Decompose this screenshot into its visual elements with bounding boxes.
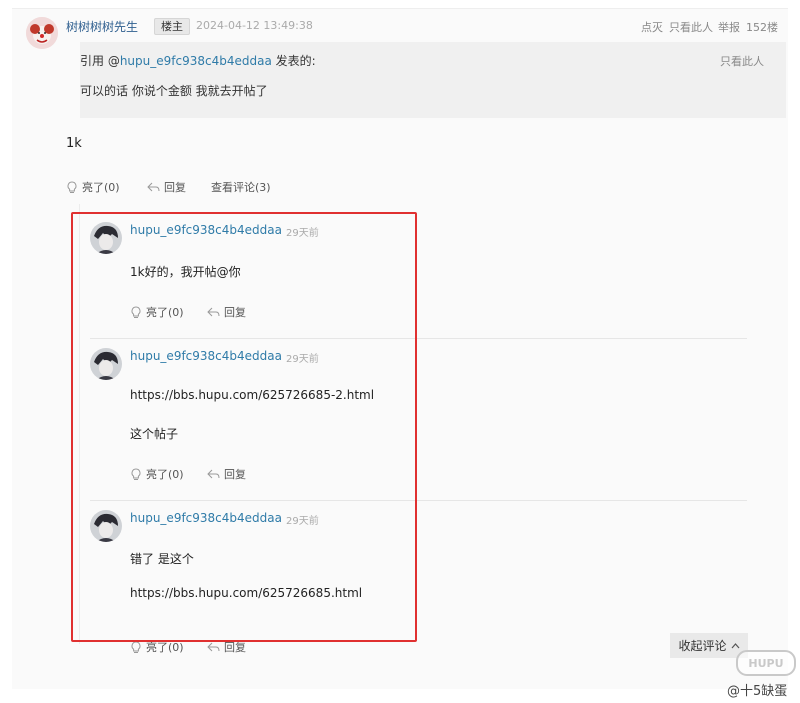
page: 树树树树先生 楼主 2024-04-12 13:49:38 点灭 只看此人 举报… bbox=[0, 0, 800, 703]
op-badge: 楼主 bbox=[154, 18, 190, 35]
hupu-logo-text: HUPU bbox=[748, 656, 784, 670]
reply-arrow-icon bbox=[207, 642, 220, 651]
report-link[interactable]: 举报 bbox=[718, 19, 740, 35]
quote-only-this-user-link[interactable]: 只看此人 bbox=[720, 53, 764, 69]
collapse-comments-label: 收起评论 bbox=[678, 639, 727, 653]
quote-prefix: 引用 @ bbox=[80, 54, 120, 68]
reply-arrow-icon bbox=[147, 182, 160, 191]
view-comments-button[interactable]: 查看评论(3) bbox=[211, 179, 271, 195]
quote-suffix: 发表的: bbox=[271, 54, 316, 68]
quote-text: 可以的话 你说个金额 我就去开帖了 bbox=[80, 84, 268, 98]
chevron-up-icon bbox=[731, 642, 739, 648]
post-timestamp: 2024-04-12 13:49:38 bbox=[196, 19, 313, 32]
post-light-label: 亮了(0) bbox=[82, 181, 120, 194]
quote-header: 引用 @hupu_e9fc938c4b4eddaa 发表的: bbox=[80, 52, 316, 69]
post-reply-button[interactable]: 回复 bbox=[147, 179, 186, 195]
quote-block: 引用 @hupu_e9fc938c4b4eddaa 发表的: 只看此人 可以的话… bbox=[80, 42, 786, 118]
author-name[interactable]: 树树树树先生 bbox=[66, 18, 138, 35]
lightbulb-icon bbox=[67, 180, 77, 193]
only-this-user-link[interactable]: 只看此人 bbox=[669, 19, 713, 35]
view-comments-label: 查看评论(3) bbox=[211, 181, 271, 194]
author-avatar[interactable] bbox=[26, 17, 58, 49]
quote-user-link[interactable]: hupu_e9fc938c4b4eddaa bbox=[120, 54, 272, 68]
watermark-author: @十5缺蛋 bbox=[727, 684, 788, 699]
collapse-comments-button[interactable]: 收起评论 bbox=[670, 633, 748, 658]
light-off-link[interactable]: 点灭 bbox=[641, 19, 663, 35]
post-content: 1k bbox=[66, 136, 82, 151]
post-reply-label: 回复 bbox=[164, 181, 186, 194]
post-light-button[interactable]: 亮了(0) bbox=[66, 179, 120, 195]
hupu-watermark-logo: HUPU bbox=[736, 650, 796, 676]
lightbulb-icon bbox=[131, 640, 141, 653]
floor-number: 152楼 bbox=[746, 21, 778, 34]
clown-avatar-icon bbox=[26, 17, 58, 49]
highlight-box bbox=[71, 212, 417, 642]
